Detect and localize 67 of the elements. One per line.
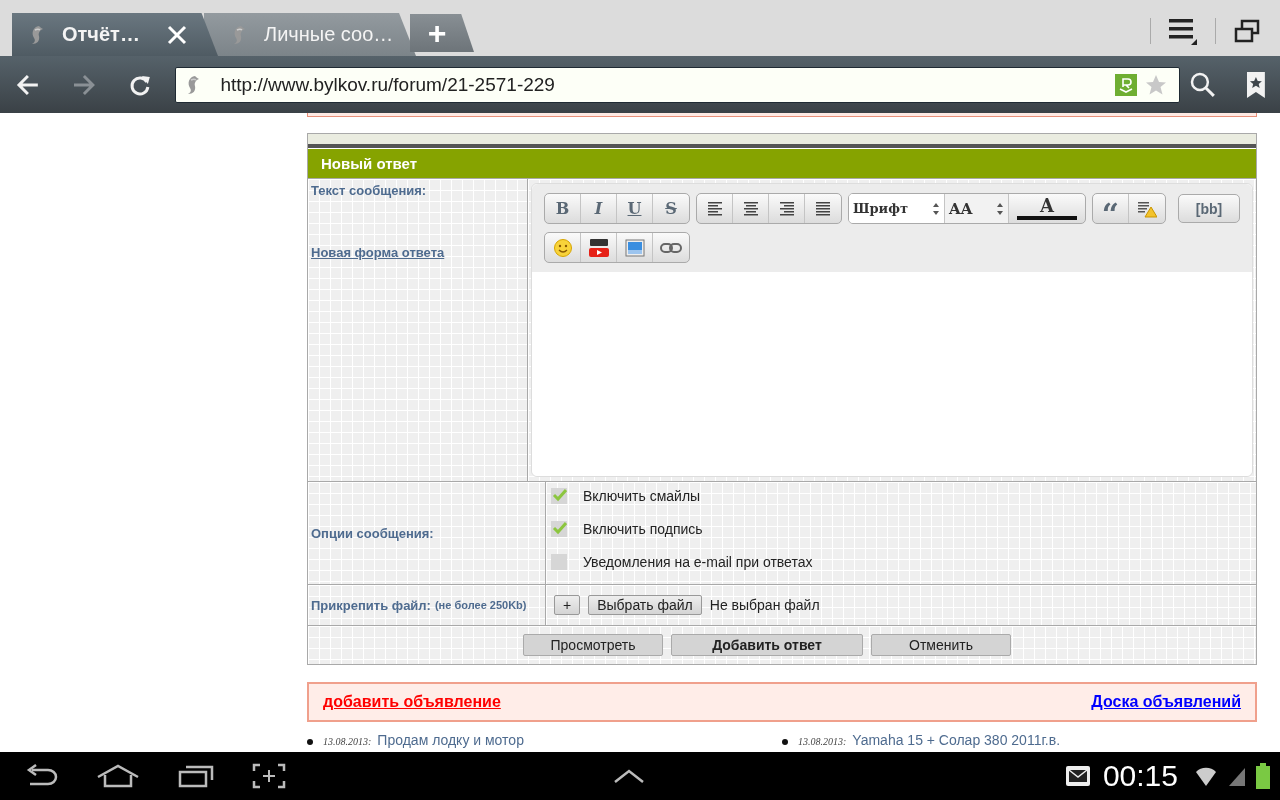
news-date: 13.08.2013:	[323, 736, 372, 747]
new-form-link[interactable]: Новая форма ответа	[311, 245, 445, 260]
field-label: Текст сообщения:	[311, 183, 428, 198]
option-label: Включить подпись	[583, 521, 703, 537]
font-color-button[interactable]: A	[1017, 194, 1077, 220]
spinner-icon	[932, 201, 940, 216]
checkbox[interactable]	[551, 488, 567, 504]
strikethrough-button[interactable]: S	[653, 194, 689, 223]
tab-title: Отчёт…	[62, 23, 141, 46]
align-center-icon[interactable]	[742, 199, 759, 218]
reader-icon[interactable]	[1115, 73, 1138, 96]
checkbox[interactable]	[551, 521, 567, 537]
source-mode-button[interactable]: [bb]	[1178, 194, 1240, 223]
windows-icon[interactable]	[1234, 19, 1260, 43]
form-title: Новый ответ	[308, 148, 1256, 178]
align-right-icon[interactable]	[778, 199, 795, 218]
align-justify-icon[interactable]	[815, 199, 831, 218]
bullet-icon	[307, 739, 313, 745]
url-text: http://www.bylkov.ru/forum/21-2571-229	[220, 73, 556, 96]
option-label: Уведомления на e-mail при ответах	[583, 554, 813, 570]
tab-title: Личные соо…	[264, 23, 394, 46]
address-field[interactable]: http://www.bylkov.ru/forum/21-2571-229	[175, 66, 1181, 103]
choose-file-button[interactable]: Выбрать файл	[588, 595, 702, 615]
align-left-icon[interactable]	[706, 199, 723, 218]
clock: 00:15	[1102, 759, 1178, 793]
font-select[interactable]: Шрифт	[849, 194, 945, 223]
add-ad-link[interactable]: добавить объявление	[323, 693, 501, 711]
recent-apps-icon[interactable]	[178, 764, 214, 788]
image-icon[interactable]	[624, 238, 645, 257]
warning-icon[interactable]	[1137, 199, 1157, 218]
bookmark-icon[interactable]	[1246, 70, 1266, 99]
bullet-icon	[782, 739, 788, 745]
form-button[interactable]: Просмотреть	[523, 634, 663, 656]
chain-link-icon[interactable]	[660, 241, 682, 254]
italic-button[interactable]: I	[581, 194, 617, 223]
smiley-icon[interactable]	[552, 237, 573, 258]
file-status: Не выбран файл	[709, 597, 820, 613]
home-icon[interactable]	[96, 764, 140, 788]
new-tab-button[interactable]: +	[410, 14, 474, 52]
bold-button[interactable]: B	[545, 194, 581, 223]
size-hint: (не более 250Kb)	[434, 599, 527, 611]
underline-button[interactable]: U	[617, 194, 653, 223]
option-label: Включить смайлы	[583, 488, 701, 504]
browser-tab[interactable]: Отчёт…	[12, 13, 218, 56]
video-icon[interactable]	[587, 237, 610, 258]
menu-icon[interactable]	[1169, 17, 1197, 45]
search-icon[interactable]	[1190, 71, 1217, 98]
field-label: Прикрепить файл:	[311, 597, 431, 613]
add-file-button[interactable]: +	[554, 595, 581, 615]
mail-icon[interactable]	[1064, 764, 1093, 788]
font-size-select[interactable]: AA	[945, 194, 1009, 223]
battery-icon	[1256, 763, 1270, 789]
field-label: Опции сообщения:	[311, 525, 435, 541]
news-link[interactable]: Продам лодку и мотор	[377, 732, 524, 748]
spinner-icon	[996, 201, 1004, 216]
ad-board-link[interactable]: Доска объявлений	[1091, 693, 1241, 711]
star-icon[interactable]	[1145, 73, 1168, 96]
back-icon[interactable]	[16, 72, 40, 97]
news-link[interactable]: Yamaha 15 + Солар 380 2011г.в.	[852, 732, 1061, 748]
caret-up-icon[interactable]	[613, 768, 646, 784]
checkbox[interactable]	[551, 554, 567, 570]
news-date: 13.08.2013:	[798, 736, 847, 747]
close-icon[interactable]	[166, 23, 188, 46]
screenshot-icon[interactable]	[252, 763, 286, 789]
submit-button[interactable]: Добавить ответ	[671, 634, 863, 656]
browser-tab[interactable]: Личные соо…	[204, 13, 416, 56]
form-button[interactable]: Отменить	[871, 634, 1011, 656]
